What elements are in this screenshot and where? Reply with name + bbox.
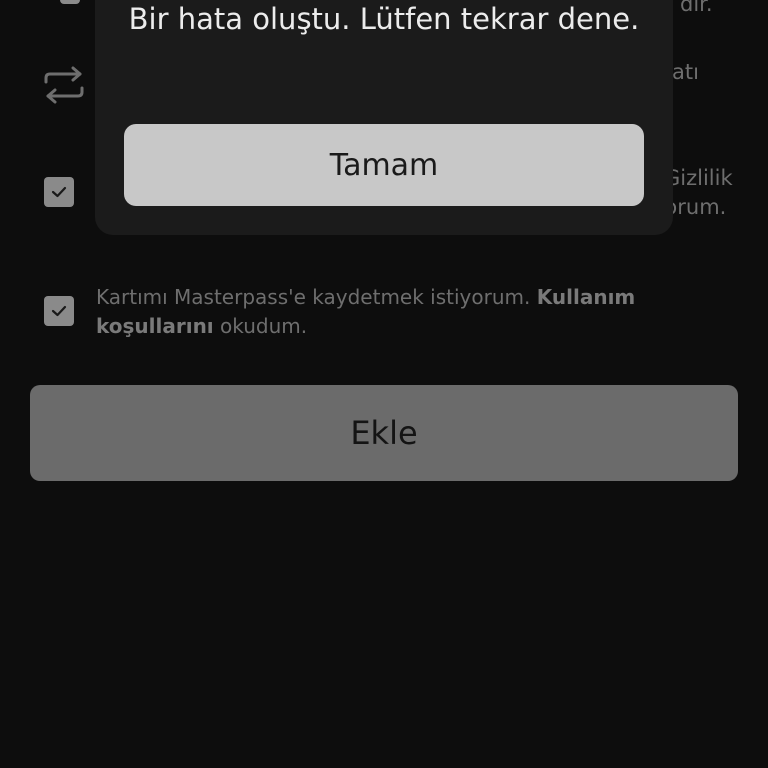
top-row-partial-text: dır. — [680, 0, 713, 16]
terms-link-part2[interactable]: koşullarını — [96, 314, 214, 338]
ok-button[interactable]: Tamam — [124, 124, 644, 206]
error-dialog: Bir hata oluştu. Lütfen tekrar dene. Tam… — [95, 0, 673, 235]
privacy-checkbox[interactable] — [44, 177, 74, 207]
row2-partial-text: atı — [672, 60, 699, 84]
check-icon — [51, 186, 67, 198]
top-checkbox[interactable] — [60, 0, 80, 4]
consent-suffix: okudum. — [213, 314, 308, 338]
add-button[interactable]: Ekle — [30, 385, 738, 481]
repeat-icon — [44, 66, 84, 104]
screen: dır. atı Gizlilik yorum. Kartımı Masterp… — [0, 0, 768, 768]
masterpass-consent-text: Kartımı Masterpass'e kaydetmek istiyorum… — [96, 283, 736, 341]
consent-prefix: Kartımı Masterpass'e kaydetmek istiyorum… — [96, 285, 537, 309]
check-icon — [51, 305, 67, 317]
masterpass-checkbox[interactable] — [44, 296, 74, 326]
error-message: Bir hata oluştu. Lütfen tekrar dene. — [128, 2, 640, 36]
privacy-partial-line1: Gizlilik — [664, 166, 733, 190]
terms-link-part1[interactable]: Kullanım — [537, 285, 636, 309]
